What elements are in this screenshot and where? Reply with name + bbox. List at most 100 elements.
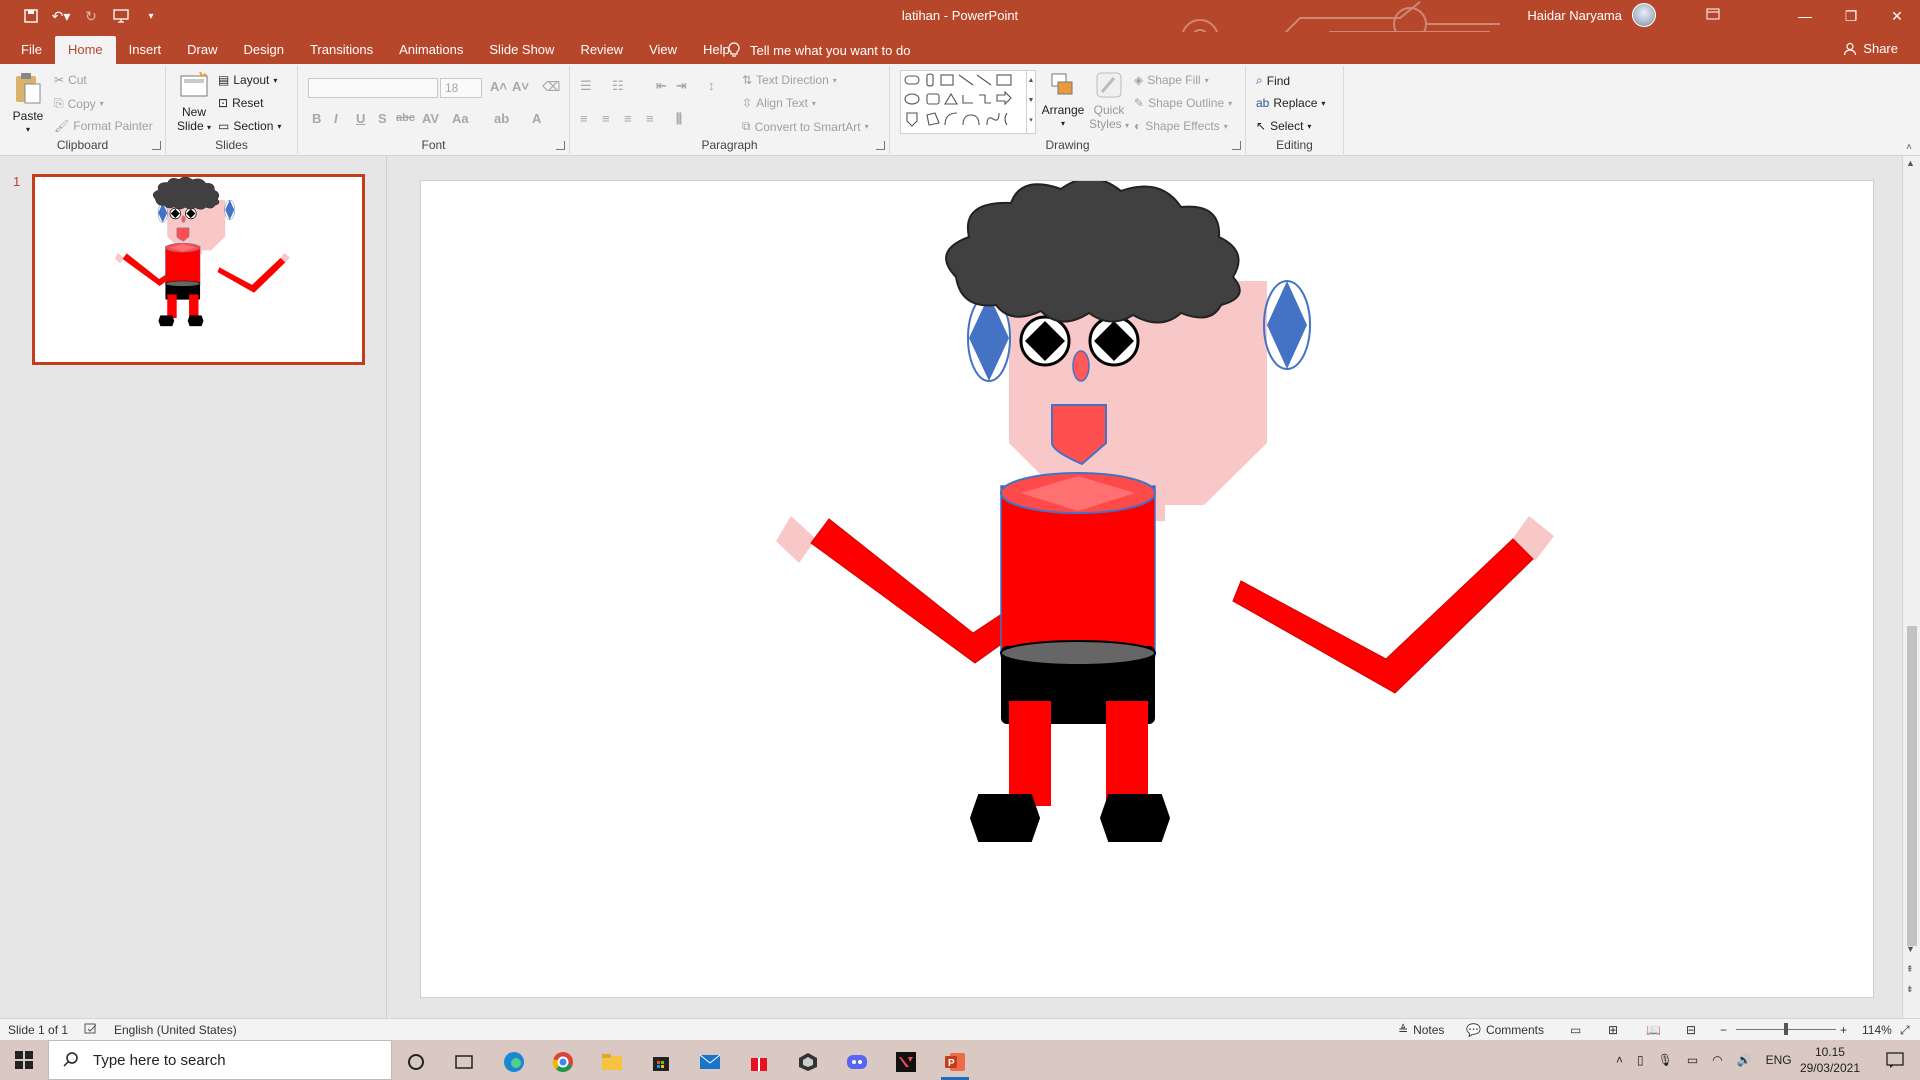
line-spacing-icon[interactable]: ↕ [708,78,715,93]
replace-button[interactable]: ab Replace ▾ [1256,96,1325,110]
reset-button[interactable]: ⊡ Reset [218,96,263,110]
normal-view-icon[interactable]: ▭ [1570,1023,1581,1037]
slideshow-view-icon[interactable]: ⊟ [1686,1023,1696,1037]
discord-icon[interactable] [837,1046,877,1078]
restore-button[interactable]: ❐ [1828,0,1874,32]
strikethrough-icon[interactable]: abc [396,112,415,124]
bold-icon[interactable]: B [312,111,321,126]
convert-smartart-button[interactable]: ⧉ Convert to SmartArt ▾ [742,119,869,134]
phone-link-icon[interactable]: ▯ [1637,1053,1644,1067]
scroll-down-arrow[interactable]: ▼ [1906,944,1915,954]
select-button[interactable]: ↖ Select ▾ [1256,119,1311,133]
shapes-gallery[interactable] [900,70,1034,134]
align-center-icon[interactable]: ≡ [602,111,610,126]
tab-review[interactable]: Review [567,36,636,64]
justify-icon[interactable]: ≡ [646,111,654,126]
reading-view-icon[interactable]: 📖 [1646,1023,1661,1037]
language-indicator[interactable]: English (United States) [114,1023,237,1037]
system-clock[interactable]: 10.15 29/03/2021 [1800,1044,1860,1076]
zoom-out-button[interactable]: − [1720,1023,1727,1037]
user-avatar[interactable] [1632,3,1656,27]
tab-transitions[interactable]: Transitions [297,36,386,64]
clipboard-dialog-launcher[interactable] [152,141,161,150]
tab-view[interactable]: View [636,36,690,64]
edge-browser-icon[interactable] [494,1046,534,1078]
columns-icon[interactable]: ⫼ [676,111,682,127]
gift-app-icon[interactable] [739,1046,779,1078]
unity-hub-icon[interactable] [788,1046,828,1078]
slide-canvas[interactable] [420,180,1874,998]
wifi-icon[interactable]: ◠ [1712,1053,1722,1067]
new-slide-button[interactable]: New Slide ▾ [174,70,214,135]
font-size-box[interactable]: 18 [440,78,482,98]
spelling-check-icon[interactable] [84,1023,98,1035]
tab-file[interactable]: File [8,36,55,64]
minimize-button[interactable]: — [1782,0,1828,32]
paste-button[interactable]: Paste ▾ [10,70,46,137]
next-slide-arrow[interactable]: ⇟ [1906,984,1914,995]
scroll-up-arrow[interactable]: ▲ [1906,158,1915,168]
font-color-icon[interactable]: A [532,111,541,126]
taskbar-search-box[interactable]: Type here to search [48,1040,392,1080]
align-text-button[interactable]: ⇳ Align Text ▾ [742,96,816,110]
align-left-icon[interactable]: ≡ [580,111,588,126]
shape-effects-button[interactable]: ◐ Shape Effects ▾ [1134,119,1228,133]
shape-fill-button[interactable]: ◈ Shape Fill ▾ [1134,73,1209,87]
increase-indent-icon[interactable]: ⇥ [676,78,687,94]
volume-icon[interactable]: 🔊 [1737,1053,1752,1067]
close-button[interactable]: ✕ [1874,0,1920,32]
highlight-icon[interactable]: ab [494,111,509,126]
underline-icon[interactable]: U [356,111,365,126]
file-explorer-icon[interactable] [592,1046,632,1078]
font-dialog-launcher[interactable] [556,141,565,150]
paragraph-dialog-launcher[interactable] [876,141,885,150]
battery-icon[interactable]: ▭ [1687,1053,1698,1067]
microsoft-store-icon[interactable] [641,1046,681,1078]
tab-design[interactable]: Design [231,36,297,64]
comments-button[interactable]: 💬 Comments [1466,1023,1544,1037]
notification-center-icon[interactable] [1886,1040,1904,1080]
tab-home[interactable]: Home [54,36,116,64]
shapes-gallery-scroll[interactable]: ▲ ▼ ▾ [1026,70,1036,134]
tab-animations[interactable]: Animations [386,36,476,64]
notes-button[interactable]: ≜ Notes [1398,1023,1444,1037]
valorant-icon[interactable] [886,1046,926,1078]
zoom-slider-knob[interactable] [1784,1023,1788,1035]
align-right-icon[interactable]: ≡ [624,111,632,126]
drawing-dialog-launcher[interactable] [1232,141,1241,150]
bullets-icon[interactable]: ☰ [580,78,592,94]
cut-button[interactable]: ✂ Cut [54,73,87,87]
start-button[interactable] [0,1040,48,1080]
quick-styles-button[interactable]: Quick Styles ▾ [1088,70,1130,133]
format-painter-button[interactable]: 🖌 Format Painter [54,119,153,133]
tab-draw[interactable]: Draw [174,36,230,64]
shape-outline-button[interactable]: ✎ Shape Outline ▾ [1134,96,1232,110]
numbering-icon[interactable]: ☷ [612,78,624,94]
account-area[interactable]: Haidar Naryama [1527,3,1720,27]
clear-formatting-icon[interactable]: ⌫ [542,79,560,95]
tell-me-search[interactable]: Tell me what you want to do [728,42,910,58]
fit-to-window-icon[interactable]: ⤢ [1900,1023,1910,1038]
vertical-scrollbar[interactable]: ▲ ▼ ⇞ ⇟ [1902,156,1920,1018]
find-button[interactable]: ⌕ Find [1256,73,1290,88]
section-button[interactable]: ▭ Section ▾ [218,119,281,133]
cortana-icon[interactable] [396,1046,436,1078]
text-direction-button[interactable]: ⇅ Text Direction ▾ [742,73,837,87]
decrease-indent-icon[interactable]: ⇤ [656,78,667,94]
zoom-in-button[interactable]: + [1840,1023,1847,1037]
share-button[interactable]: Share [1843,41,1898,56]
cartoon-person-drawing[interactable] [421,181,1874,998]
slide-thumbnail-1[interactable] [32,174,365,365]
tab-slide-show[interactable]: Slide Show [476,36,567,64]
copy-button[interactable]: ⎘ Copy ▾ [54,96,104,111]
microphone-icon[interactable]: 🎙 [1658,1053,1673,1067]
scrollbar-thumb[interactable] [1907,626,1917,946]
mail-icon[interactable] [690,1046,730,1078]
powerpoint-taskbar-icon[interactable]: P [935,1046,975,1080]
show-hidden-icons-icon[interactable]: ˄ [1616,1053,1623,1067]
decrease-font-size-icon[interactable]: A˅ [512,79,529,94]
italic-icon[interactable]: I [334,111,338,126]
arrange-button[interactable]: Arrange ▾ [1040,70,1086,131]
tab-insert[interactable]: Insert [116,36,175,64]
text-shadow-icon[interactable]: S [378,111,387,126]
